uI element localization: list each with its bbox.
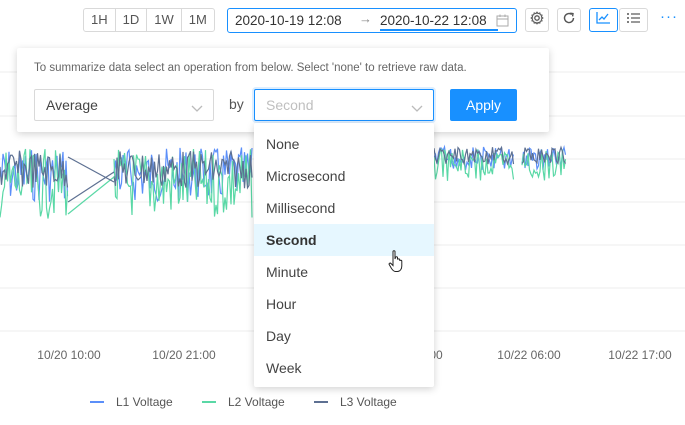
series-gap-line (67, 176, 115, 215)
interval-option-none[interactable]: None (254, 128, 434, 160)
table-view-button[interactable] (619, 8, 648, 32)
by-label: by (229, 96, 244, 112)
aggregation-popover: To summarize data select an operation fr… (17, 48, 549, 132)
x-tick-label: 10/22 06:00 (497, 348, 561, 362)
settings-button[interactable] (525, 8, 549, 32)
interval-option-minute[interactable]: Minute (254, 256, 434, 288)
aggregation-help-text: To summarize data select an operation fr… (34, 62, 467, 74)
legend-item-l3[interactable]: L3 Voltage (314, 395, 397, 409)
line-chart-icon (596, 11, 611, 29)
series-gap-line (67, 156, 115, 183)
interval-option-second[interactable]: Second (254, 224, 434, 256)
date-range-picker[interactable]: 2020-10-19 12:08 → 2020-10-22 12:08 (227, 8, 517, 33)
range-1h-button[interactable]: 1H (84, 9, 116, 31)
range-1w-button[interactable]: 1W (147, 9, 182, 31)
chevron-down-icon (191, 100, 203, 116)
apply-button[interactable]: Apply (450, 89, 517, 121)
chevron-down-icon (411, 100, 423, 116)
x-tick-label: 10/20 21:00 (152, 348, 216, 362)
calendar-icon[interactable] (496, 14, 509, 30)
more-options-icon[interactable]: ··· (660, 8, 678, 25)
x-tick-label: 10/22 17:00 (608, 348, 672, 362)
legend-swatch (90, 401, 104, 403)
time-range-group: 1H 1D 1W 1M (83, 8, 215, 32)
x-tick-label: 10/20 10:00 (37, 348, 101, 362)
range-1m-button[interactable]: 1M (182, 9, 214, 31)
interval-select-placeholder: Second (266, 97, 314, 113)
range-1d-button[interactable]: 1D (116, 9, 148, 31)
operation-select[interactable]: Average (34, 89, 214, 121)
interval-option-microsecond[interactable]: Microsecond (254, 160, 434, 192)
legend-label: L1 Voltage (116, 395, 173, 409)
legend-label: L3 Voltage (340, 395, 397, 409)
list-icon (626, 11, 641, 29)
interval-select[interactable]: Second (254, 89, 434, 121)
gear-icon (530, 10, 544, 30)
legend-item-l2[interactable]: L2 Voltage (202, 395, 285, 409)
arrow-right-icon: → (359, 11, 372, 26)
refresh-button[interactable] (557, 8, 581, 32)
series-gap-line (67, 171, 115, 203)
date-start-input[interactable]: 2020-10-19 12:08 (235, 13, 342, 28)
interval-option-hour[interactable]: Hour (254, 288, 434, 320)
legend-swatch (314, 401, 328, 403)
hand-cursor-icon (388, 250, 406, 279)
interval-option-week[interactable]: Week (254, 352, 434, 384)
refresh-icon (562, 11, 576, 30)
chart-toolbar: 1H 1D 1W 1M 2020-10-19 12:08 → 2020-10-2… (0, 0, 685, 42)
legend-swatch (202, 401, 216, 403)
chart-view-button[interactable] (589, 8, 618, 32)
legend-item-l1[interactable]: L1 Voltage (90, 395, 173, 409)
interval-option-millisecond[interactable]: Millisecond (254, 192, 434, 224)
active-input-indicator (380, 29, 498, 31)
operation-select-value: Average (46, 97, 98, 113)
legend-label: L2 Voltage (228, 395, 285, 409)
interval-option-day[interactable]: Day (254, 320, 434, 352)
date-end-input[interactable]: 2020-10-22 12:08 (380, 13, 487, 28)
interval-dropdown-menu: None Microsecond Millisecond Second Minu… (254, 123, 434, 387)
